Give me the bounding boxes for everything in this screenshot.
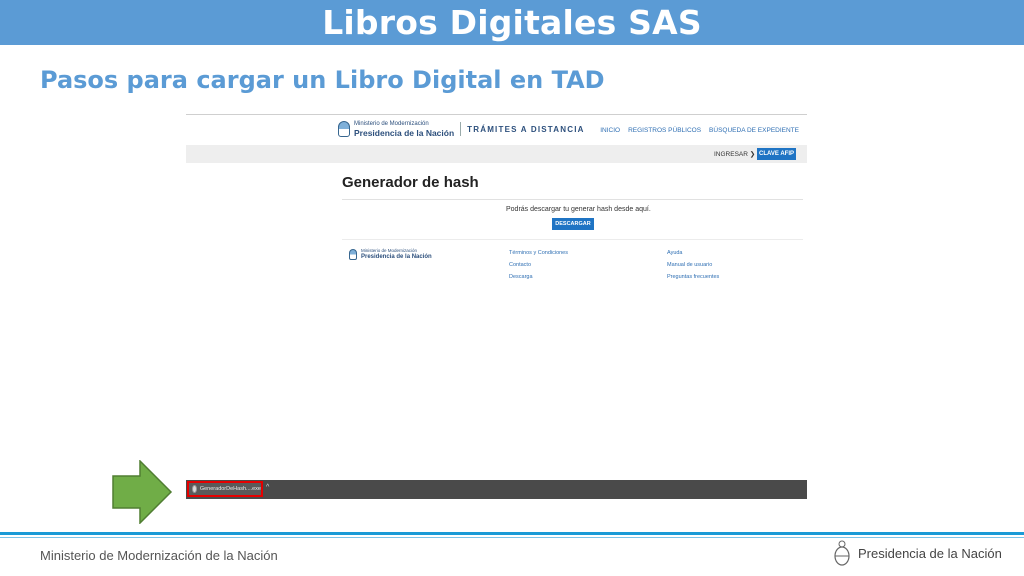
logo-separator [460, 122, 462, 136]
site-logo[interactable]: Ministerio de Modernización Presidencia … [338, 120, 585, 138]
clave-afip-button[interactable]: CLAVE AFIP [757, 148, 796, 160]
slide-subtitle: Pasos para cargar un Libro Digital en TA… [40, 66, 605, 94]
footer-link-terminos[interactable]: Términos y Condiciones [509, 250, 568, 257]
green-arrow-right-icon [112, 460, 173, 524]
embedded-screenshot: Ministerio de Modernización Presidencia … [186, 112, 807, 502]
nav-registros-publicos[interactable]: REGISTROS PÚBLICOS [628, 127, 701, 134]
service-name: TRÁMITES A DISTANCIA [467, 124, 585, 134]
footer-link-ayuda[interactable]: Ayuda [667, 250, 719, 257]
login-bar: INGRESAR ❯ CLAVE AFIP [186, 145, 807, 163]
coat-of-arms-icon [349, 249, 357, 260]
coat-of-arms-icon [338, 121, 350, 137]
site-nav: INICIO REGISTROS PÚBLICOS BÚSQUEDA DE EX… [600, 127, 799, 134]
site-header: Ministerio de Modernización Presidencia … [186, 115, 807, 145]
downloaded-file-item[interactable]: GeneradorDeHash....exe [187, 481, 263, 497]
download-message: Podrás descargar tu generar hash desde a… [506, 206, 651, 213]
nav-busqueda-expediente[interactable]: BÚSQUEDA DE EXPEDIENTE [709, 127, 799, 134]
download-options-caret-icon[interactable]: ^ [266, 484, 269, 491]
footer-link-faq[interactable]: Preguntas frecuentes [667, 274, 719, 281]
page-title: Generador de hash [342, 174, 479, 191]
footer-rule [0, 532, 1024, 535]
footer-divider [342, 239, 803, 240]
slide-title-bar: Libros Digitales SAS [0, 0, 1024, 45]
site-footer-logo: Ministerio de Modernización Presidencia … [349, 248, 432, 261]
footer-ministry: Ministerio de Modernización de la Nación [40, 548, 278, 563]
footer-presidency: Presidencia de la Nación [858, 546, 1002, 561]
footer-rule-thin [0, 537, 1024, 538]
nav-inicio[interactable]: INICIO [600, 127, 620, 134]
footer-link-manual[interactable]: Manual de usuario [667, 262, 719, 269]
divider [342, 199, 803, 200]
downloaded-file-name: GeneradorDeHash....exe [199, 486, 261, 492]
slide-title: Libros Digitales SAS [322, 3, 702, 42]
footer-links-col1: Términos y Condiciones Contacto Descarga [509, 250, 568, 281]
file-icon [192, 485, 197, 493]
ingresar-link[interactable]: INGRESAR ❯ [714, 150, 755, 158]
descargar-button[interactable]: DESCARGAR [552, 218, 594, 230]
browser-download-bar: GeneradorDeHash....exe ^ [186, 480, 807, 499]
footer-logo-presidency: Presidencia de la Nación [361, 254, 432, 260]
footer-link-contacto[interactable]: Contacto [509, 262, 568, 269]
footer-links-col2: Ayuda Manual de usuario Preguntas frecue… [667, 250, 719, 281]
logo-presidency: Presidencia de la Nación [354, 128, 455, 138]
footer-link-descarga[interactable]: Descarga [509, 274, 568, 281]
coat-of-arms-icon [834, 540, 850, 566]
